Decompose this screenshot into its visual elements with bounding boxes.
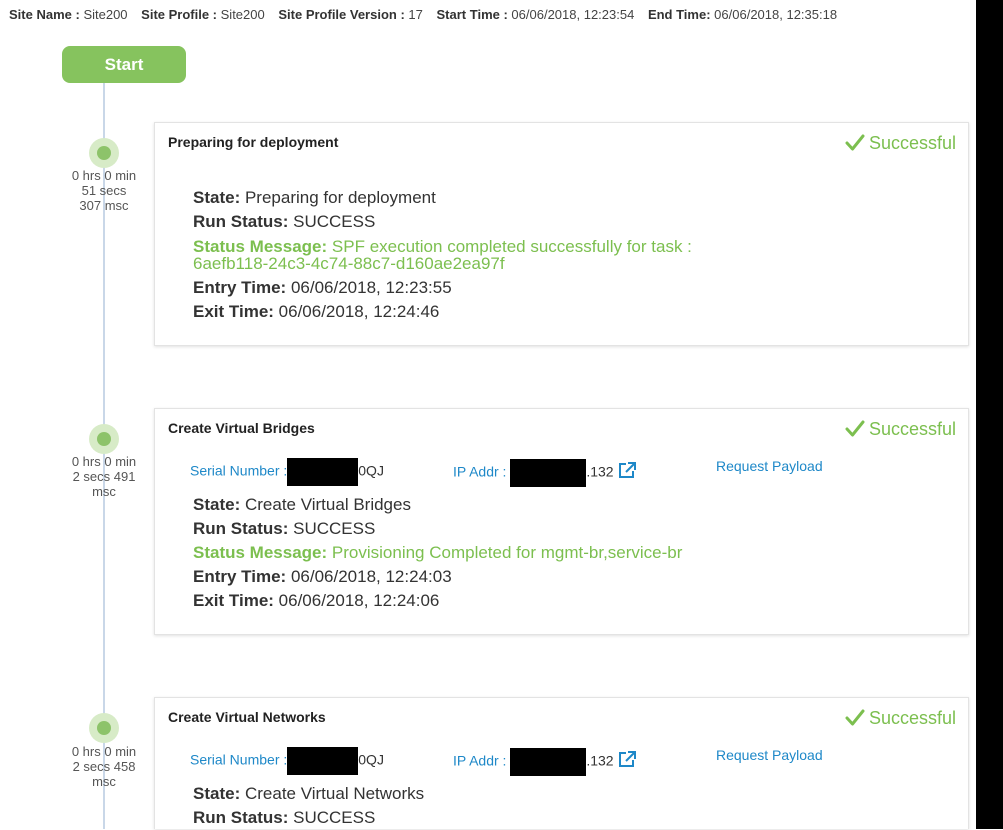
- step-details: State: Preparing for deployment Run Stat…: [193, 186, 753, 324]
- duration-line: 2 secs 458: [72, 759, 136, 774]
- entry-time-value: 06/06/2018, 12:23:55: [290, 278, 452, 297]
- entry-time-value: 06/06/2018, 12:24:03: [290, 567, 452, 586]
- step-title: Preparing for deployment: [168, 134, 339, 150]
- checkmark-icon: [845, 420, 865, 437]
- ip-addr-label: IP Addr :: [453, 752, 507, 769]
- serial-number-label: Serial Number :: [190, 462, 288, 479]
- duration-line: msc: [92, 484, 116, 499]
- step-card: Create Virtual Networks Successful Seria…: [154, 697, 969, 829]
- end-time-value: 06/06/2018, 12:35:18: [714, 7, 838, 22]
- status-text: Successful: [868, 708, 956, 728]
- duration-line: 0 hrs 0 min: [71, 454, 137, 469]
- duration-line: 307 msc: [79, 198, 129, 213]
- end-time-label: End Time:: [647, 7, 711, 22]
- checkmark-icon: [845, 134, 865, 151]
- timeline-node: [89, 713, 119, 743]
- status-text: Successful: [868, 419, 956, 439]
- status-badge: Successful: [845, 708, 956, 729]
- status-text: Successful: [868, 133, 956, 153]
- exit-time-value: 06/06/2018, 12:24:06: [278, 591, 440, 610]
- run-status-value: SUCCESS: [293, 519, 376, 538]
- state-label: State:: [193, 784, 241, 803]
- step-details: State: Create Virtual Networks Run Statu…: [193, 782, 424, 830]
- start-button[interactable]: Start: [62, 46, 186, 83]
- run-status-value: SUCCESS: [293, 808, 376, 827]
- duration-line: 51 secs: [81, 183, 127, 198]
- request-payload-link[interactable]: Request Payload: [716, 747, 823, 763]
- exit-time-label: Exit Time:: [193, 591, 274, 610]
- redacted-block: [287, 747, 359, 775]
- exit-time-label: Exit Time:: [193, 302, 274, 321]
- start-time-value: 06/06/2018, 12:23:54: [511, 7, 635, 22]
- right-edge-bar: [976, 0, 1003, 829]
- ip-address: IP Addr : .132: [453, 459, 637, 487]
- status-message-label: Status Message:: [193, 543, 328, 562]
- ip-addr-suffix: .132: [586, 463, 614, 480]
- duration-line: 0 hrs 0 min: [71, 168, 137, 183]
- entry-time-label: Entry Time:: [193, 567, 287, 586]
- timeline-node: [89, 424, 119, 454]
- serial-number: Serial Number : 0QJ: [190, 747, 384, 775]
- ip-address: IP Addr : .132: [453, 748, 637, 776]
- status-badge: Successful: [845, 419, 956, 440]
- ip-addr-label: IP Addr :: [453, 463, 507, 480]
- site-name-label: Site Name :: [9, 7, 80, 22]
- deployment-summary-header: Site Name : Site200 Site Profile : Site2…: [9, 7, 847, 22]
- run-status-label: Run Status:: [193, 212, 289, 231]
- duration-line: 0 hrs 0 min: [71, 744, 137, 759]
- site-name-value: Site200: [83, 7, 128, 22]
- site-profile-value: Site200: [220, 7, 265, 22]
- state-value: Create Virtual Networks: [244, 784, 425, 803]
- ip-addr-suffix: .132: [586, 752, 614, 769]
- serial-number: Serial Number : 0QJ: [190, 458, 384, 486]
- external-link-icon[interactable]: [617, 461, 637, 480]
- exit-time-value: 06/06/2018, 12:24:46: [278, 302, 440, 321]
- step-duration: 0 hrs 0 min 51 secs 307 msc: [58, 168, 150, 213]
- state-value: Create Virtual Bridges: [244, 495, 411, 514]
- status-badge: Successful: [845, 133, 956, 154]
- duration-line: msc: [92, 774, 116, 789]
- state-label: State:: [193, 188, 241, 207]
- state-label: State:: [193, 495, 241, 514]
- start-time-label: Start Time :: [436, 7, 508, 22]
- step-details: State: Create Virtual Bridges Run Status…: [193, 493, 682, 613]
- state-value: Preparing for deployment: [244, 188, 436, 207]
- redacted-block: [510, 459, 587, 487]
- step-title: Create Virtual Bridges: [168, 420, 315, 436]
- site-profile-label: Site Profile :: [141, 7, 218, 22]
- step-duration: 0 hrs 0 min 2 secs 491 msc: [58, 454, 150, 499]
- run-status-value: SUCCESS: [293, 212, 376, 231]
- serial-number-label: Serial Number :: [190, 751, 288, 768]
- site-profile-version-label: Site Profile Version :: [278, 7, 405, 22]
- redacted-block: [510, 748, 587, 776]
- step-card: Preparing for deployment Successful Stat…: [154, 122, 969, 346]
- serial-number-suffix: 0QJ: [358, 751, 384, 768]
- run-status-label: Run Status:: [193, 808, 289, 827]
- external-link-icon[interactable]: [617, 750, 637, 769]
- redacted-block: [287, 458, 359, 486]
- entry-time-label: Entry Time:: [193, 278, 287, 297]
- request-payload-link[interactable]: Request Payload: [716, 458, 823, 474]
- duration-line: 2 secs 491: [72, 469, 136, 484]
- run-status-label: Run Status:: [193, 519, 289, 538]
- serial-number-suffix: 0QJ: [358, 462, 384, 479]
- step-title: Create Virtual Networks: [168, 709, 326, 725]
- status-message-value: Provisioning Completed for mgmt-br,servi…: [331, 543, 683, 562]
- timeline-node: [89, 138, 119, 168]
- step-duration: 0 hrs 0 min 2 secs 458 msc: [58, 744, 150, 789]
- checkmark-icon: [845, 709, 865, 726]
- site-profile-version-value: 17: [408, 7, 423, 22]
- step-card: Create Virtual Bridges Successful Serial…: [154, 408, 969, 635]
